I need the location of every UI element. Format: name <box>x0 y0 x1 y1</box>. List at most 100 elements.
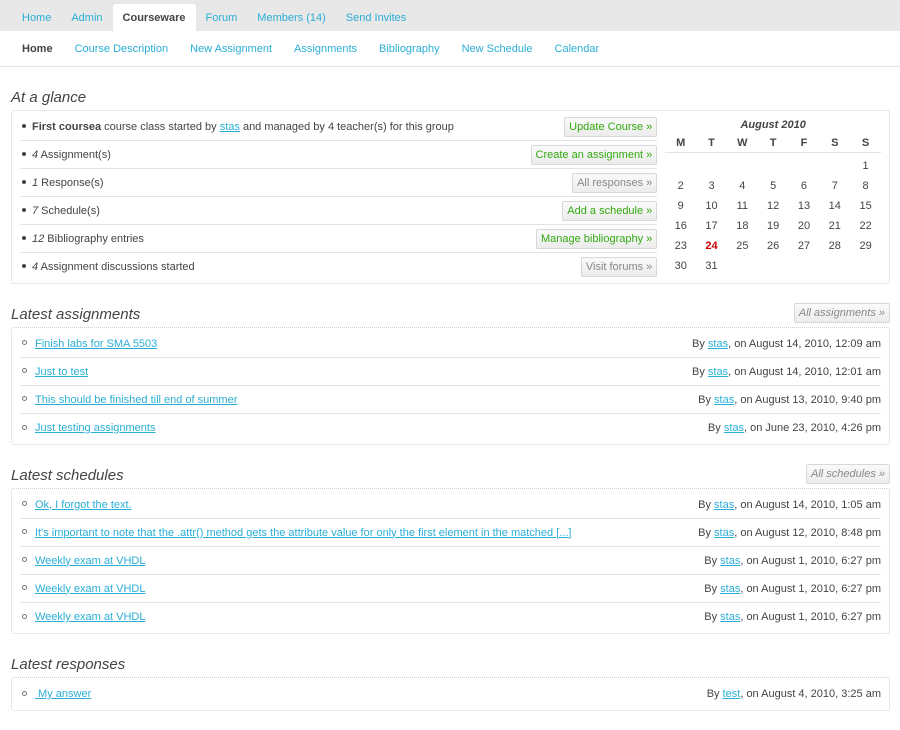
calendar-day[interactable]: 19 <box>758 216 789 236</box>
subnav-assignments[interactable]: Assignments <box>284 43 367 55</box>
glance-action-button[interactable]: All responses » <box>572 172 658 193</box>
all-assignments-button[interactable]: All assignments » <box>793 303 890 323</box>
subnav-course-description[interactable]: Course Description <box>65 43 179 55</box>
author-link[interactable]: stas <box>724 422 744 434</box>
author-link[interactable]: stas <box>714 499 734 511</box>
author-link[interactable]: stas <box>720 583 740 595</box>
weekday-header: S <box>819 133 851 153</box>
tab-members-14[interactable]: Members (14) <box>247 4 335 31</box>
subnav-new-assignment[interactable]: New Assignment <box>180 43 282 55</box>
item-title-link[interactable]: Weekly exam at VHDL <box>35 555 145 567</box>
item-title-link[interactable]: Weekly exam at VHDL <box>35 583 145 595</box>
calendar-day[interactable]: 21 <box>819 216 850 236</box>
tab-forum[interactable]: Forum <box>196 4 248 31</box>
calendar-day[interactable]: 11 <box>727 196 758 216</box>
calendar-day[interactable]: 23 <box>665 236 696 256</box>
section-title: Latest schedules <box>11 467 124 484</box>
subnav-new-schedule[interactable]: New Schedule <box>452 43 543 55</box>
item-title-link[interactable]: Weekly exam at VHDL <box>35 611 145 623</box>
calendar-day[interactable]: 18 <box>727 216 758 236</box>
glance-action-button[interactable]: Create an assignment » <box>530 144 658 165</box>
glance-action-button[interactable]: Visit forums » <box>580 257 658 277</box>
calendar-day[interactable]: 15 <box>850 196 881 216</box>
calendar-day[interactable]: 25 <box>727 236 758 256</box>
item-title-link[interactable]: Just testing assignments <box>35 422 155 434</box>
list-item: Weekly exam at VHDL By stas, on August 1,… <box>20 575 881 603</box>
at-a-glance-box: First coursea course class started by st… <box>11 110 890 284</box>
author-link[interactable]: test <box>723 688 741 700</box>
calendar-day[interactable]: 6 <box>789 176 820 196</box>
item-title-link[interactable]: Finish labs for SMA 5503 <box>35 338 157 350</box>
tab-courseware[interactable]: Courseware <box>112 4 196 31</box>
author-link[interactable]: stas <box>714 394 734 406</box>
all-schedules-button[interactable]: All schedules » <box>806 464 890 484</box>
calendar-day[interactable]: 1 <box>850 156 881 176</box>
calendar-day[interactable]: 8 <box>850 176 881 196</box>
calendar-empty-cell <box>727 156 758 176</box>
calendar-day[interactable]: 17 <box>696 216 727 236</box>
list-item: This should be finished till end of summ… <box>20 386 881 414</box>
latest-assignments-section: Latest assignments All assignments » Fini… <box>11 301 890 445</box>
calendar-day[interactable]: 26 <box>758 236 789 256</box>
glance-label: Bibliography entries <box>44 232 144 245</box>
calendar-day[interactable]: 4 <box>727 176 758 196</box>
calendar-day[interactable]: 28 <box>819 236 850 256</box>
item-title-wrap: Ok, I forgot the text. <box>22 499 132 511</box>
calendar-day[interactable]: 3 <box>696 176 727 196</box>
author-link[interactable]: stas <box>720 611 740 623</box>
author-link[interactable]: stas <box>720 555 740 567</box>
author-link[interactable]: stas <box>714 527 734 539</box>
calendar-day[interactable]: 27 <box>789 236 820 256</box>
by-label: By <box>704 554 721 567</box>
tab-home[interactable]: Home <box>12 4 61 31</box>
calendar-today[interactable]: 24 <box>696 236 727 256</box>
weekday-header: W <box>726 133 758 153</box>
glance-action-button[interactable]: Manage bibliography » <box>535 228 658 249</box>
calendar-empty-cell <box>789 156 820 176</box>
calendar-day[interactable]: 14 <box>819 196 850 216</box>
calendar-day[interactable]: 10 <box>696 196 727 216</box>
item-title-link[interactable]: This should be finished till end of summ… <box>35 394 237 406</box>
item-title-link[interactable]: Just to test <box>35 366 88 378</box>
calendar-day[interactable]: 16 <box>665 216 696 236</box>
calendar-day[interactable]: 7 <box>819 176 850 196</box>
calendar-day[interactable]: 29 <box>850 236 881 256</box>
glance-count: 12 <box>32 232 45 245</box>
author-link[interactable]: stas <box>708 366 728 378</box>
glance-row: 4 Assignment discussions started Visit fo… <box>20 253 658 281</box>
by-label: By <box>706 688 723 700</box>
calendar-day[interactable]: 13 <box>789 196 820 216</box>
glance-action-button[interactable]: Add a schedule » <box>562 200 658 221</box>
at-a-glance-section: At a glance First coursea course class s… <box>11 84 890 284</box>
weekday-header: T <box>696 133 727 153</box>
by-label: By <box>698 393 715 406</box>
list-item: It's important to note that the .attr() … <box>20 519 881 547</box>
calendar-day[interactable]: 5 <box>758 176 789 196</box>
section-title: Latest responses <box>11 656 126 673</box>
calendar-day[interactable]: 20 <box>789 216 820 236</box>
assignments-list: Finish labs for SMA 5503 By stas, on Augu… <box>11 327 890 445</box>
latest-schedules-section: Latest schedules All schedules » Ok, I fo… <box>11 462 890 634</box>
sub-navigation: Home Course Description New Assignment Assi… <box>0 31 900 67</box>
subnav-calendar[interactable]: Calendar <box>545 43 610 55</box>
tab-send-invites[interactable]: Send Invites <box>336 4 417 31</box>
item-title-link[interactable]: It's important to note that the .attr() … <box>35 527 572 539</box>
calendar-day[interactable]: 31 <box>696 256 727 276</box>
item-title-wrap: This should be finished till end of summ… <box>22 394 237 406</box>
circle-bullet-icon <box>22 368 27 374</box>
update-course-button[interactable]: Update Course » <box>564 116 658 137</box>
calendar-day[interactable]: 9 <box>665 196 696 216</box>
item-title-wrap: It's important to note that the .attr() … <box>22 527 572 539</box>
calendar-day[interactable]: 30 <box>665 256 696 276</box>
course-user-link[interactable]: stas <box>220 121 240 133</box>
item-meta: By stas, on August 13, 2010, 9:40 pm <box>698 394 881 406</box>
calendar-day[interactable]: 2 <box>665 176 696 196</box>
subnav-home[interactable]: Home <box>12 43 63 55</box>
calendar-day[interactable]: 22 <box>850 216 881 236</box>
item-title-link[interactable]: My answer <box>35 688 91 700</box>
author-link[interactable]: stas <box>708 338 728 350</box>
subnav-bibliography[interactable]: Bibliography <box>369 43 450 55</box>
item-title-link[interactable]: Ok, I forgot the text. <box>35 499 132 511</box>
calendar-day[interactable]: 12 <box>758 196 789 216</box>
tab-admin[interactable]: Admin <box>61 4 112 31</box>
